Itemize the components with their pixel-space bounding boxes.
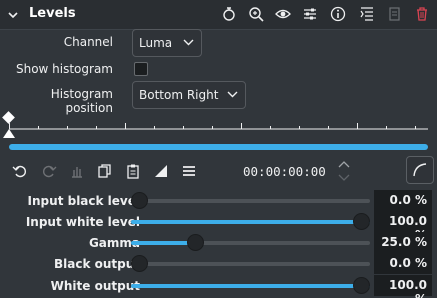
show-histogram-checkbox[interactable] — [134, 62, 148, 76]
curve-type-button[interactable] — [406, 156, 434, 184]
param-value-field[interactable]: 25.0 % — [374, 232, 432, 253]
param-slider-handle[interactable] — [186, 234, 204, 251]
reset-icon[interactable] — [221, 6, 237, 22]
menu-icon[interactable] — [181, 163, 197, 179]
hand-icon — [69, 163, 85, 179]
param-slider-fill — [131, 241, 191, 245]
redo-icon — [41, 163, 57, 179]
playhead-marker[interactable] — [3, 129, 15, 138]
chevron-down-icon — [227, 91, 238, 98]
channel-combo[interactable]: Luma — [132, 29, 202, 57]
param-value-field[interactable]: 0.0 % — [374, 190, 432, 211]
param-slider-handle[interactable] — [131, 192, 148, 209]
param-slider-handle[interactable] — [353, 277, 370, 294]
param-slider[interactable] — [131, 255, 370, 272]
copy-icon[interactable] — [97, 163, 113, 179]
copy-disabled-icon — [387, 6, 403, 22]
show-histogram-label: Show histogram — [15, 62, 113, 76]
curve-icon — [413, 163, 427, 177]
info-icon[interactable] — [330, 6, 346, 22]
param-label: Gamma — [88, 236, 140, 250]
list-icon[interactable] — [359, 6, 375, 22]
param-label: Input white level — [25, 215, 140, 229]
zoom-icon[interactable] — [248, 6, 264, 22]
channel-label: Channel — [63, 35, 113, 49]
param-label: Input black level — [27, 194, 140, 208]
timecode-spinner-icon[interactable] — [337, 160, 351, 182]
histogram-position-combo[interactable]: Bottom Right — [132, 81, 246, 109]
param-slider[interactable] — [131, 213, 370, 230]
chevron-down-icon — [183, 39, 194, 46]
param-label: Black output — [53, 257, 140, 271]
param-value-field[interactable]: 100.0 % — [374, 275, 432, 298]
param-slider[interactable] — [131, 192, 370, 209]
histogram-position-value: Bottom Right — [139, 88, 219, 102]
histogram-position-label: Histogram position — [50, 87, 113, 115]
param-slider[interactable] — [131, 277, 370, 294]
param-slider[interactable] — [131, 234, 370, 251]
timeline-bar[interactable] — [9, 144, 428, 150]
param-value-field[interactable]: 100.0 % — [374, 211, 432, 242]
channel-combo-value: Luma — [139, 36, 173, 50]
param-label: White output — [50, 279, 140, 293]
ramp-icon[interactable] — [153, 163, 169, 179]
undo-icon[interactable] — [12, 163, 28, 179]
collapse-chevron-icon[interactable] — [7, 9, 19, 21]
param-slider-handle[interactable] — [353, 213, 370, 230]
param-slider-handle[interactable] — [131, 255, 148, 272]
effect-header: Levels — [0, 0, 437, 30]
sliders-icon[interactable] — [302, 6, 318, 22]
delete-icon[interactable] — [414, 6, 430, 22]
param-value-field[interactable]: 0.0 % — [374, 253, 432, 274]
param-slider-fill — [131, 220, 370, 224]
param-slider-fill — [131, 284, 370, 288]
eye-icon[interactable] — [275, 6, 291, 22]
timecode-display[interactable]: 00:00:00:00 — [243, 164, 326, 179]
effect-title: Levels — [29, 6, 76, 21]
paste-icon[interactable] — [125, 163, 141, 179]
